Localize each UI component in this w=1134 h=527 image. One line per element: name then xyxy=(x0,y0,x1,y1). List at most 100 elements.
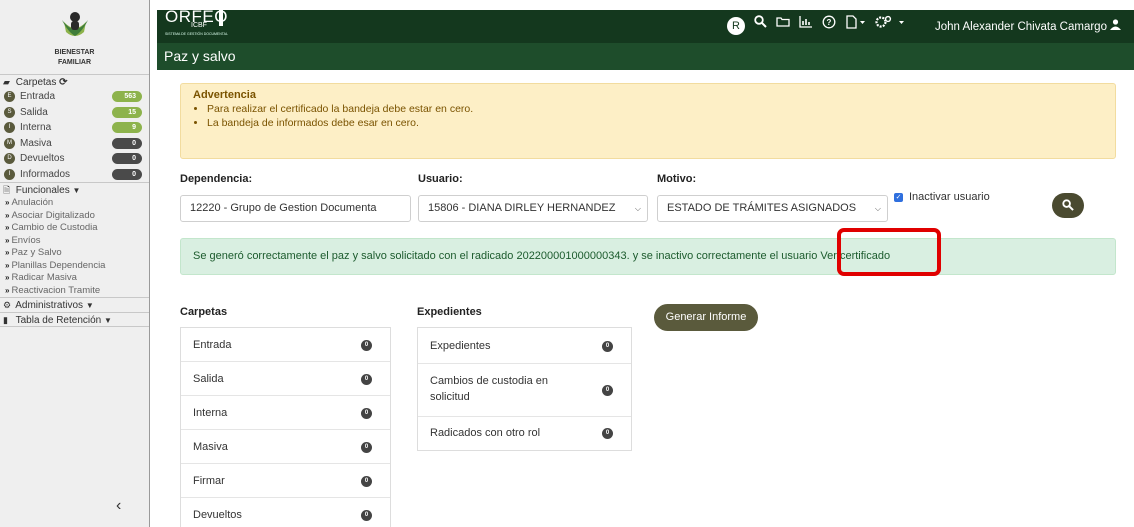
sidebar-folder-informados[interactable]: I Informados 0 xyxy=(0,167,149,183)
tabla-retencion-section[interactable]: ▮ Tabla de Retención ▼ xyxy=(0,312,149,327)
list-item[interactable]: Expedientes 0 xyxy=(418,328,631,364)
list-item[interactable]: Interna 0 xyxy=(181,396,390,430)
count-badge: 0 xyxy=(602,428,613,439)
role-avatar[interactable]: R xyxy=(727,17,745,35)
carpetas-section[interactable]: ▰ Carpetas ⟳ xyxy=(0,74,149,89)
list-item-label: Devueltos xyxy=(193,509,242,521)
folder-letter-icon: E xyxy=(4,91,15,102)
count-badge: 0 xyxy=(361,476,372,487)
sidebar-folder-entrada[interactable]: E Entrada 563 xyxy=(0,89,149,105)
app-root: BIENESTAR FAMILIAR ▰ Carpetas ⟳ E Entrad… xyxy=(0,0,1134,527)
tabla-retencion-label: Tabla de Retención xyxy=(15,315,102,326)
folder-count-badge: 0 xyxy=(112,168,142,180)
list-item-label: Entrada xyxy=(193,339,232,351)
brand-tagline: SISTEMA DE GESTIÓN DOCUMENTAL xyxy=(165,32,228,36)
warning-item: Para realizar el certificado la bandeja … xyxy=(207,102,1103,116)
administrativos-label: Administrativos xyxy=(15,300,84,311)
funcionales-section[interactable]: 🗎 Funcionales ▼ xyxy=(0,182,149,197)
list-item[interactable]: Radicados con otro rol 0 xyxy=(418,417,631,450)
administrativos-section[interactable]: ⚙ Administrativos ▼ xyxy=(0,297,149,312)
count-badge: 0 xyxy=(361,442,372,453)
search-icon[interactable] xyxy=(754,15,767,31)
list-item[interactable]: Masiva 0 xyxy=(181,430,390,464)
folder-count-badge: 563 xyxy=(112,91,142,102)
folder-letter-icon: D xyxy=(4,153,15,164)
carpetas-label: Carpetas xyxy=(15,77,57,88)
folder-count-badge: 0 xyxy=(112,137,142,149)
sidebar-item-reactivacion[interactable]: » Reactivacion Tramite xyxy=(0,285,149,298)
count-badge: 0 xyxy=(602,341,613,352)
refresh-icon[interactable]: ⟳ xyxy=(59,77,67,88)
sidebar-item-label: Paz y Salvo xyxy=(11,247,62,258)
sidebar-item-label: Asociar Digitalizado xyxy=(11,209,95,221)
folder-label: Devueltos xyxy=(20,153,65,164)
carpetas-list: Entrada 0 Salida 0 Interna 0 Masiva 0 Fi… xyxy=(180,327,391,527)
sidebar-item-cambio-custodia[interactable]: » Cambio de Custodia xyxy=(0,222,149,235)
collapse-sidebar-button[interactable]: ‹ xyxy=(116,497,121,515)
sidebar-folder-devueltos[interactable]: D Devueltos 0 xyxy=(0,151,149,167)
list-item-label: Radicados con otro rol xyxy=(430,427,541,439)
folder-label: Salida xyxy=(20,106,48,118)
chart-icon[interactable] xyxy=(799,15,813,31)
count-badge: 0 xyxy=(361,374,372,385)
usuario-label: Usuario: xyxy=(418,173,463,185)
folder-count-badge: 15 xyxy=(112,106,142,118)
folder-letter-icon: I xyxy=(4,122,15,133)
dependencia-field[interactable]: 12220 - Grupo de Gestion Documenta xyxy=(180,195,411,222)
gears-icon: ⚙ xyxy=(3,300,12,310)
funcionales-label: Funcionales xyxy=(15,185,70,196)
sidebar-folder-salida[interactable]: S Salida 15 xyxy=(0,105,149,121)
sidebar-item-anulacion[interactable]: » Anulación xyxy=(0,197,149,210)
sidebar-item-label: Reactivacion Tramite xyxy=(11,284,101,296)
user-name: John Alexander Chivata Camargo xyxy=(935,21,1107,33)
list-item[interactable]: Firmar 0 xyxy=(181,464,390,498)
sidebar-folder-masiva[interactable]: M Masiva 0 xyxy=(0,136,149,152)
user-menu[interactable]: John Alexander Chivata Camargo xyxy=(935,19,1122,33)
expedientes-header: Expedientes xyxy=(417,306,482,318)
list-item-label: Firmar xyxy=(193,475,225,487)
brand-divider xyxy=(219,4,223,26)
warning-title: Advertencia xyxy=(193,89,256,101)
list-item[interactable]: Devueltos 0 xyxy=(181,498,390,527)
highlight-box xyxy=(837,228,941,276)
carpetas-header: Carpetas xyxy=(180,306,228,318)
success-alert: Se generó correctamente el paz y salvo s… xyxy=(180,238,1116,275)
sidebar-item-paz-y-salvo[interactable]: » Paz y Salvo xyxy=(0,247,149,260)
sidebar-item-label: Radicar Masiva xyxy=(11,272,77,283)
sidebar-item-radicar-masiva[interactable]: » Radicar Masiva xyxy=(0,272,149,285)
chevrons-icon: » xyxy=(5,210,10,220)
sidebar-item-label: Cambio de Custodia xyxy=(11,222,98,233)
books-icon: ▮ xyxy=(3,315,8,325)
search-icon xyxy=(1062,199,1074,211)
generar-informe-button[interactable]: Generar Informe xyxy=(654,304,758,331)
caret-down-icon: ▼ xyxy=(104,316,112,325)
list-item[interactable]: Cambios de custodia en solicitud 0 xyxy=(418,364,631,417)
sidebar-item-planillas[interactable]: » Planillas Dependencia xyxy=(0,260,149,273)
chevron-down-icon: ⌵ xyxy=(874,204,881,213)
folder-open-icon[interactable] xyxy=(776,15,790,31)
folder-label: Entrada xyxy=(20,91,56,102)
search-button[interactable] xyxy=(1052,193,1084,218)
logo-text-1: BIENESTAR xyxy=(54,49,95,56)
top-navbar: ORFEO ICBF SISTEMA DE GESTIÓN DOCUMENTAL… xyxy=(157,4,1134,43)
list-item-label: Salida xyxy=(193,373,224,385)
chevrons-icon: » xyxy=(5,285,10,295)
logo: BIENESTAR FAMILIAR xyxy=(0,0,149,74)
motivo-select[interactable]: ESTADO DE TRÁMITES ASIGNADOS ⌵ xyxy=(657,195,888,222)
sidebar-item-asociar-digitalizado[interactable]: » Asociar Digitalizado xyxy=(0,210,149,223)
list-item[interactable]: Entrada 0 xyxy=(181,328,390,362)
count-badge: 0 xyxy=(361,408,372,419)
settings-menu-icon[interactable] xyxy=(875,15,909,32)
inactivar-checkbox[interactable]: ✓ xyxy=(894,193,903,202)
folder-count-badge: 9 xyxy=(112,122,142,133)
help-icon[interactable]: ? xyxy=(822,15,836,32)
usuario-select[interactable]: 15806 - DIANA DIRLEY HERNANDEZ ⌵ xyxy=(418,195,648,222)
chevrons-icon: » xyxy=(5,198,10,207)
file-menu-icon[interactable] xyxy=(845,15,867,32)
sidebar-item-label: Envíos xyxy=(11,234,41,246)
sidebar-item-envios[interactable]: » Envíos xyxy=(0,235,149,248)
folder-letter-icon: S xyxy=(4,106,15,118)
list-item[interactable]: Salida 0 xyxy=(181,362,390,396)
brand-logo[interactable]: ORFEO ICBF SISTEMA DE GESTIÓN DOCUMENTAL xyxy=(165,4,228,36)
sidebar-folder-interna[interactable]: I Interna 9 xyxy=(0,120,149,136)
